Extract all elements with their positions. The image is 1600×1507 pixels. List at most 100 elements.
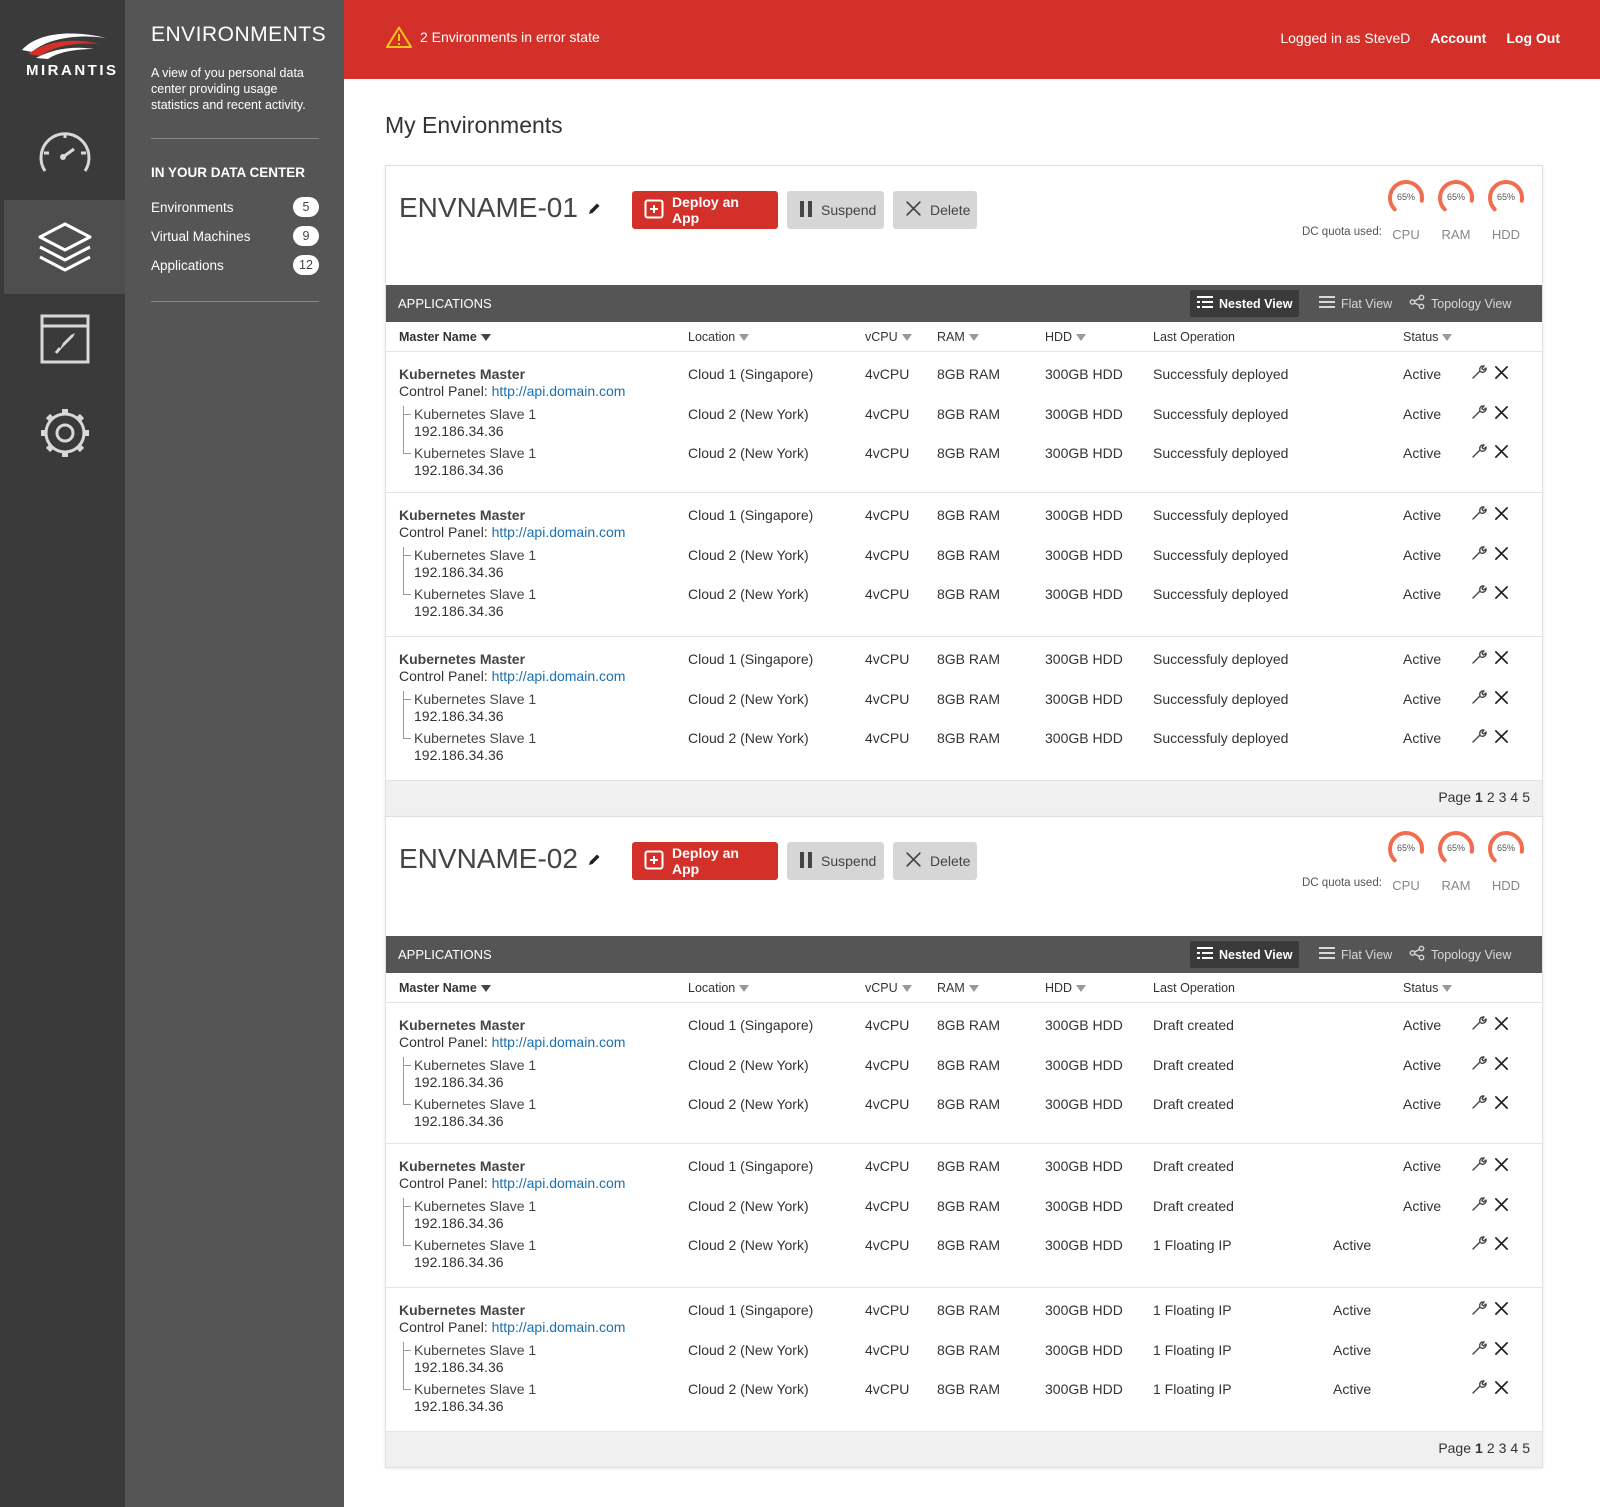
close-icon[interactable] <box>1494 729 1509 747</box>
close-icon[interactable] <box>1494 405 1509 423</box>
page-link-1[interactable]: 1 <box>1475 789 1483 805</box>
column-header-hdd[interactable]: HDD <box>1045 981 1087 995</box>
tree-line <box>403 1342 404 1390</box>
column-header-vcpu[interactable]: vCPU <box>865 981 912 995</box>
page-link-3[interactable]: 3 <box>1499 1440 1507 1456</box>
rail-settings-button[interactable] <box>4 386 125 480</box>
wrench-icon[interactable] <box>1471 1379 1487 1398</box>
page-link-4[interactable]: 4 <box>1510 1440 1518 1456</box>
wrench-icon[interactable] <box>1471 689 1487 708</box>
column-header-vcpu[interactable]: vCPU <box>865 330 912 344</box>
cell-vcpu: 4vCPU <box>865 1302 910 1318</box>
cell-location: Cloud 1 (Singapore) <box>688 1158 814 1174</box>
close-icon[interactable] <box>1494 585 1509 603</box>
page-link-3[interactable]: 3 <box>1499 789 1507 805</box>
sidebar-item-environments[interactable]: Environments 5 <box>151 195 319 219</box>
column-header-ram[interactable]: RAM <box>937 981 979 995</box>
error-alert[interactable]: 2 Environments in error state <box>386 26 600 48</box>
mirantis-logo[interactable]: MIRANTIS <box>18 28 116 88</box>
nested-view-button[interactable]: Nested View <box>1190 941 1300 968</box>
column-header-label: Master Name <box>399 981 477 995</box>
topology-view-button[interactable]: Topology View <box>1402 290 1518 317</box>
close-icon[interactable] <box>1494 1016 1509 1034</box>
sidebar-item-applications[interactable]: Applications 12 <box>151 253 319 277</box>
close-icon[interactable] <box>1494 1095 1509 1113</box>
delete-button[interactable]: Delete <box>893 191 977 229</box>
flat-view-button[interactable]: Flat View <box>1312 941 1399 968</box>
logout-link[interactable]: Log Out <box>1506 30 1560 46</box>
close-icon[interactable] <box>1494 1341 1509 1359</box>
column-header-ram[interactable]: RAM <box>937 330 979 344</box>
column-header-master-name[interactable]: Master Name <box>399 330 491 344</box>
rail-applications-button[interactable] <box>4 292 125 386</box>
close-icon[interactable] <box>1494 365 1509 383</box>
close-icon[interactable] <box>1494 1056 1509 1074</box>
page-link-5[interactable]: 5 <box>1522 1440 1530 1456</box>
cell-location: Cloud 2 (New York) <box>688 730 809 746</box>
edit-pencil-icon[interactable] <box>586 843 602 875</box>
close-icon[interactable] <box>1494 650 1509 668</box>
wrench-icon[interactable] <box>1471 584 1487 603</box>
wrench-icon[interactable] <box>1471 404 1487 423</box>
gauge-percent: 65% <box>1396 192 1415 202</box>
deploy-app-button[interactable]: Deploy an App <box>632 191 778 229</box>
cell-op: Draft created <box>1153 1158 1234 1174</box>
rail-dashboard-button[interactable] <box>4 106 125 200</box>
brand-wordmark: MIRANTIS <box>26 62 119 79</box>
rail-environments-button[interactable] <box>4 200 125 294</box>
close-icon[interactable] <box>1494 690 1509 708</box>
tree-connector <box>403 1065 411 1066</box>
page-link-5[interactable]: 5 <box>1522 789 1530 805</box>
topology-view-button[interactable]: Topology View <box>1402 941 1518 968</box>
environment-name: ENVNAME-02 <box>399 843 602 875</box>
wrench-icon[interactable] <box>1471 1300 1487 1319</box>
cell-vcpu: 4vCPU <box>865 1198 910 1214</box>
delete-button[interactable]: Delete <box>893 842 977 880</box>
page-link-1[interactable]: 1 <box>1475 1440 1483 1456</box>
close-icon[interactable] <box>1494 546 1509 564</box>
close-icon[interactable] <box>1494 506 1509 524</box>
edit-pencil-icon[interactable] <box>586 192 602 224</box>
column-header-master-name[interactable]: Master Name <box>399 981 491 995</box>
tree-connector <box>403 594 411 595</box>
close-icon[interactable] <box>1494 1236 1509 1254</box>
close-icon[interactable] <box>1494 1380 1509 1398</box>
account-link[interactable]: Account <box>1430 30 1486 46</box>
close-icon[interactable] <box>1494 444 1509 462</box>
slave-name: Kubernetes Slave 1 <box>414 1237 537 1253</box>
close-icon[interactable] <box>1494 1301 1509 1319</box>
wrench-icon[interactable] <box>1471 1055 1487 1074</box>
wrench-icon[interactable] <box>1471 364 1487 383</box>
deploy-app-button[interactable]: Deploy an App <box>632 842 778 880</box>
wrench-icon[interactable] <box>1471 1235 1487 1254</box>
sidebar-item-virtual-machines[interactable]: Virtual Machines 9 <box>151 224 319 248</box>
column-header-status[interactable]: Status <box>1403 330 1453 344</box>
wrench-icon[interactable] <box>1471 649 1487 668</box>
page-link-4[interactable]: 4 <box>1510 789 1518 805</box>
column-header-hdd[interactable]: HDD <box>1045 330 1087 344</box>
wrench-icon[interactable] <box>1471 728 1487 747</box>
applications-title: APPLICATIONS <box>398 296 492 311</box>
nested-view-button[interactable]: Nested View <box>1190 290 1300 317</box>
page-link-2[interactable]: 2 <box>1487 1440 1495 1456</box>
wrench-icon[interactable] <box>1471 1094 1487 1113</box>
column-header-label: vCPU <box>865 981 898 995</box>
sort-caret-icon <box>1076 334 1087 342</box>
wrench-icon[interactable] <box>1471 1196 1487 1215</box>
wrench-icon[interactable] <box>1471 1340 1487 1359</box>
suspend-button[interactable]: Suspend <box>787 842 884 880</box>
wrench-icon[interactable] <box>1471 1156 1487 1175</box>
wrench-icon[interactable] <box>1471 443 1487 462</box>
column-header-location[interactable]: Location <box>688 981 750 995</box>
wrench-icon[interactable] <box>1471 1015 1487 1034</box>
wrench-icon[interactable] <box>1471 545 1487 564</box>
flat-view-button[interactable]: Flat View <box>1312 290 1399 317</box>
cell-location: Cloud 2 (New York) <box>688 1057 809 1073</box>
suspend-button[interactable]: Suspend <box>787 191 884 229</box>
close-icon[interactable] <box>1494 1197 1509 1215</box>
close-icon[interactable] <box>1494 1157 1509 1175</box>
column-header-location[interactable]: Location <box>688 330 750 344</box>
wrench-icon[interactable] <box>1471 505 1487 524</box>
page-link-2[interactable]: 2 <box>1487 789 1495 805</box>
column-header-status[interactable]: Status <box>1403 981 1453 995</box>
